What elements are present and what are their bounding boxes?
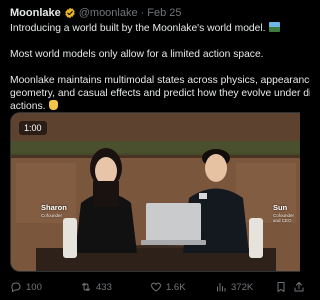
repost-button[interactable]: 433 [80,279,112,295]
repost-count: 433 [96,281,112,293]
views-chart-icon [217,283,226,292]
speaker-title-left: Cofounder [41,213,63,218]
like-button[interactable]: 1.6K [150,279,186,295]
views-count: 372K [231,281,254,293]
like-count: 1.6K [166,281,186,293]
pointing-down-emoji-icon [48,100,58,110]
speaker-name-right: Sun [273,203,288,212]
tweet-header: Moonlake @moonlake · Feb 25 [10,5,182,21]
bookmark-icon [277,282,285,292]
tweet-text: Introducing a world built by the Moonlak… [10,22,310,113]
bookmark-button[interactable] [275,279,291,295]
share-icon [294,282,304,292]
tweet-actions: 100 433 1.6K 372K [10,279,304,295]
separator-dot: · [140,7,145,19]
globe-emoji-icon [268,22,280,32]
post-line-5: actions. [10,101,46,112]
author-name[interactable]: Moonlake [10,7,61,19]
reply-icon [11,282,21,293]
post-date[interactable]: Feb 25 [147,7,181,19]
repost-icon [82,282,90,292]
author-handle[interactable]: @moonlake [79,7,138,19]
post-line-4: geometry, and casual effects and predict… [10,88,310,99]
reply-count: 100 [26,281,42,293]
speaker-name-left: Sharon [41,203,67,212]
video-player[interactable]: 1:00 Sharon Cofounder Sun Cofounder and … [10,112,300,272]
speaker-title-right: Cofounder and CEO [273,213,295,223]
lower-third-left: Sharon Cofounder [41,203,67,218]
share-button[interactable] [293,279,309,295]
post-line-2: Most world models only allow for a limit… [10,49,264,60]
tweet-card[interactable]: Moonlake @moonlake · Feb 25 Introducing … [0,0,310,300]
views-button[interactable]: 372K [215,279,253,295]
reply-button[interactable]: 100 [10,279,42,295]
verified-badge-icon [65,7,75,19]
lower-third-right: Sun Cofounder and CEO [273,203,300,223]
video-frame [11,113,300,271]
post-line-3: Moonlake maintains multimodal states acr… [10,75,310,86]
heart-icon [151,282,161,292]
video-timer: 1:00 [19,121,47,135]
post-line-1: Introducing a world built by the Moonlak… [10,23,266,34]
